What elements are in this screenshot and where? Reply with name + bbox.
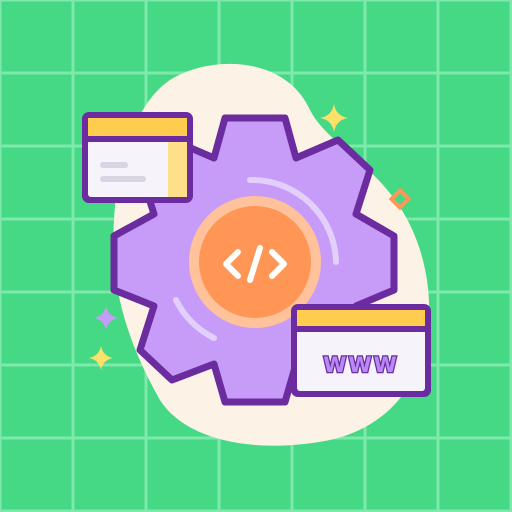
www-label: WWW xyxy=(323,353,399,377)
illustration-canvas: WWW xyxy=(0,0,512,512)
www-window: WWW xyxy=(291,304,431,397)
browser-window-icon xyxy=(82,112,193,203)
app-icon-illustration: WWW xyxy=(0,0,512,512)
